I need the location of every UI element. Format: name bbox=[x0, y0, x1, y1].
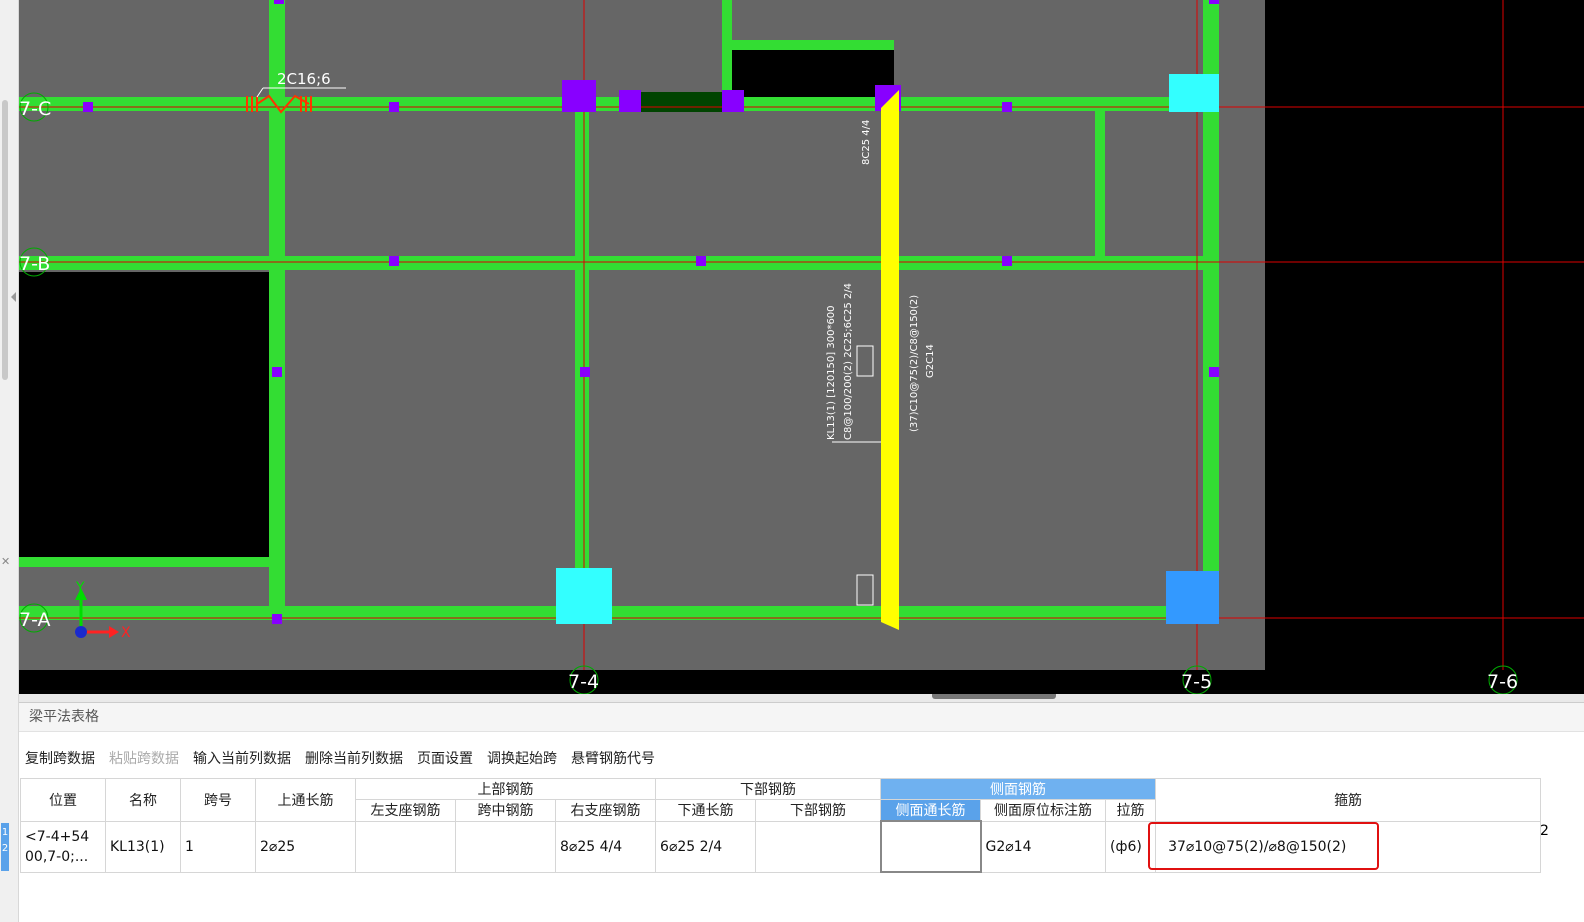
axis-label-7a: 7-A bbox=[19, 609, 51, 631]
cantilever-code-button[interactable]: 悬臂钢筋代号 bbox=[571, 747, 655, 771]
close-icon[interactable]: ✕ bbox=[1, 555, 10, 568]
table-toolbar: 复制跨数据 粘贴跨数据 输入当前列数据 删除当前列数据 页面设置 调换起始跨 悬… bbox=[25, 747, 655, 771]
panel-title: 梁平法表格 bbox=[19, 703, 1584, 732]
header-bottom-group: 下部钢筋 bbox=[655, 778, 882, 800]
cell-top-long[interactable]: 2⌀25 bbox=[255, 820, 356, 873]
header-top-long[interactable]: 上通长筋 bbox=[255, 778, 356, 822]
header-tie[interactable]: 拉筋 bbox=[1105, 799, 1157, 822]
drawing-canvas[interactable]: 2C16;6 8C25 4/4 KL13(1) [120150] 300*600… bbox=[19, 0, 1584, 694]
outside-area bbox=[1265, 0, 1584, 694]
input-column-button[interactable]: 输入当前列数据 bbox=[193, 747, 291, 771]
header-stirrup[interactable]: 箍筋 bbox=[1155, 778, 1542, 822]
row-number-1: 1 bbox=[1, 827, 9, 838]
left-dock-strip: ✕ bbox=[0, 0, 19, 922]
header-bottom-bar[interactable]: 下部钢筋 bbox=[755, 799, 882, 822]
header-bottom-long[interactable]: 下通长筋 bbox=[655, 799, 757, 822]
cell-bottom-long[interactable]: 6⌀25 2/4 bbox=[655, 820, 757, 873]
splitter-grip[interactable] bbox=[932, 694, 1056, 699]
header-left-support[interactable]: 左支座钢筋 bbox=[355, 799, 456, 822]
cell-bottom-bar[interactable] bbox=[755, 820, 882, 873]
left-scrollbar[interactable] bbox=[2, 100, 8, 380]
cell-name[interactable]: KL13(1) bbox=[105, 820, 181, 873]
header-side-long[interactable]: 侧面通长筋 bbox=[880, 799, 982, 822]
cell-position-line2: 00,7-0;... bbox=[25, 848, 89, 865]
rebar-note: 2C16;6 bbox=[277, 70, 331, 88]
beam-label-right1: (37)C10@75(2)/C8@150(2) bbox=[909, 295, 920, 432]
row-number-column[interactable]: 1 2 bbox=[1, 823, 9, 871]
ucs-y-label: Y bbox=[75, 580, 85, 596]
paste-span-button: 粘贴跨数据 bbox=[109, 751, 179, 767]
collapse-arrow-icon[interactable] bbox=[11, 292, 16, 302]
header-top-group: 上部钢筋 bbox=[354, 778, 657, 800]
axis-label-7-6: 7-6 bbox=[1487, 671, 1518, 693]
cell-side-in-situ[interactable]: G2⌀14 bbox=[980, 820, 1107, 873]
cell-tie[interactable]: (ф6) bbox=[1105, 820, 1157, 873]
swap-start-span-button[interactable]: 调换起始跨 bbox=[487, 747, 557, 771]
opening-top bbox=[732, 50, 894, 102]
cell-extra[interactable]: 2 bbox=[1540, 823, 1549, 839]
column-7A-4[interactable] bbox=[556, 568, 612, 624]
axis-label-7-5: 7-5 bbox=[1181, 671, 1212, 693]
beam-label-line2: C8@100/200(2) 2C25;6C25 2/4 bbox=[843, 283, 854, 440]
beam-table-panel: 梁平法表格 复制跨数据 粘贴跨数据 输入当前列数据 删除当前列数据 页面设置 调… bbox=[19, 702, 1584, 922]
opening-left bbox=[19, 272, 271, 557]
axis-label-7c: 7-C bbox=[19, 98, 51, 120]
column-7C-5[interactable] bbox=[1169, 74, 1219, 112]
vertical-note-top: 8C25 4/4 bbox=[861, 120, 872, 165]
delete-column-button[interactable]: 删除当前列数据 bbox=[305, 747, 403, 771]
dark-beam-segment bbox=[640, 92, 722, 112]
plan-view[interactable]: 2C16;6 8C25 4/4 KL13(1) [120150] 300*600… bbox=[19, 0, 1584, 694]
header-right-support[interactable]: 右支座钢筋 bbox=[554, 799, 657, 822]
beam-table: 位置 名称 跨号 上通长筋 上部钢筋 下部钢筋 侧面钢筋 箍筋 左支座钢筋 跨中… bbox=[20, 778, 1542, 873]
axis-label-7b: 7-B bbox=[19, 253, 50, 275]
header-side-group: 侧面钢筋 bbox=[880, 778, 1157, 800]
cell-span[interactable]: 1 bbox=[180, 820, 256, 873]
selected-beam[interactable] bbox=[881, 90, 899, 630]
axis-label-7-4: 7-4 bbox=[568, 671, 599, 693]
table-row[interactable]: <7-4+54 00,7-0;... KL13(1) 1 2⌀25 8⌀25 4/… bbox=[20, 820, 1542, 873]
page-setup-button[interactable]: 页面设置 bbox=[417, 747, 473, 771]
header-position[interactable]: 位置 bbox=[20, 778, 106, 822]
ucs-x-label: X bbox=[121, 625, 131, 641]
header-mid-span[interactable]: 跨中钢筋 bbox=[455, 799, 556, 822]
cell-stirrup[interactable]: 37⌀10@75(2)/⌀8@150(2) bbox=[1155, 820, 1542, 873]
column-7A-5[interactable] bbox=[1166, 571, 1219, 624]
header-span[interactable]: 跨号 bbox=[180, 778, 256, 822]
beam-label-right2: G2C14 bbox=[925, 344, 936, 378]
cell-position-line1: <7-4+54 bbox=[25, 828, 90, 845]
copy-span-button[interactable]: 复制跨数据 bbox=[25, 747, 95, 771]
cell-right-support[interactable]: 8⌀25 4/4 bbox=[554, 820, 657, 873]
cell-side-long[interactable] bbox=[879, 820, 982, 873]
cell-left-support[interactable] bbox=[355, 820, 456, 873]
header-side-in-situ[interactable]: 侧面原位标注筋 bbox=[980, 799, 1107, 822]
cell-position[interactable]: <7-4+54 00,7-0;... bbox=[20, 820, 106, 873]
header-name[interactable]: 名称 bbox=[105, 778, 181, 822]
panel-splitter[interactable] bbox=[19, 694, 1584, 702]
beam-label-line1: KL13(1) [120150] 300*600 bbox=[826, 305, 837, 440]
row-number-2: 2 bbox=[1, 843, 9, 854]
cell-mid-span[interactable] bbox=[455, 820, 556, 873]
